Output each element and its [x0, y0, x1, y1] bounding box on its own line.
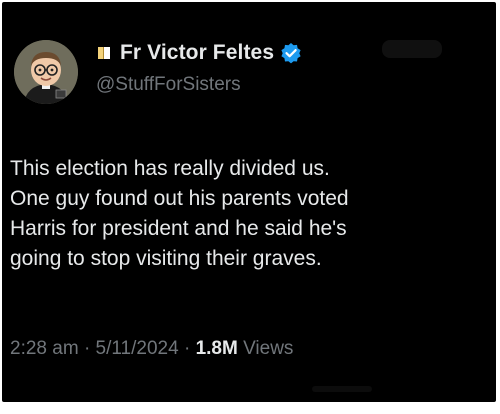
tweet-date[interactable]: 5/11/2024 — [96, 338, 179, 359]
tweet-time[interactable]: 2:28 am — [10, 338, 79, 359]
display-name[interactable]: Fr Victor Feltes — [120, 41, 274, 65]
blurred-area — [382, 40, 442, 58]
verified-badge-icon — [280, 42, 302, 64]
tweet-card: Fr Victor Feltes @StuffForSisters This e… — [2, 2, 496, 402]
avatar-illustration — [14, 40, 78, 104]
book-icon — [96, 45, 112, 61]
tweet-metadata: 2:28 am · 5/11/2024 · 1.8M Views — [10, 338, 293, 360]
views-count: 1.8M — [195, 338, 238, 359]
views-label: Views — [243, 338, 294, 359]
blurred-area — [312, 386, 372, 392]
avatar[interactable] — [14, 40, 78, 104]
tweet-text: This election has really divided us. One… — [10, 157, 349, 270]
meta-separator: · — [83, 338, 91, 359]
user-handle[interactable]: @StuffForSisters — [96, 74, 486, 96]
meta-separator: · — [183, 338, 191, 359]
